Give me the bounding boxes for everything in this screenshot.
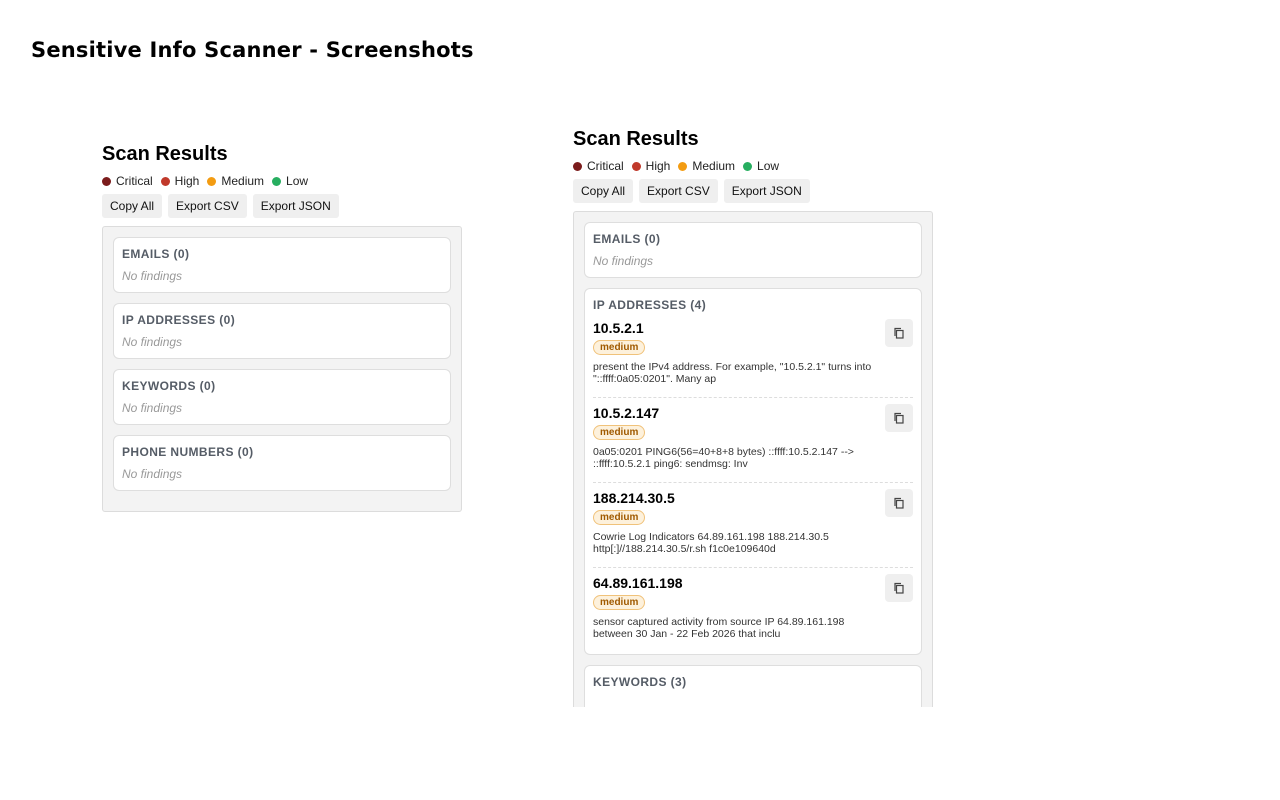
section-emails: EMAILS (0) No findings [113, 237, 451, 293]
legend-critical: Critical [573, 159, 624, 173]
legend-high: High [631, 159, 670, 173]
finding-context: present the IPv4 address. For example, "… [593, 361, 872, 385]
copy-finding-button[interactable] [885, 319, 913, 347]
action-bar: Copy All Export CSV Export JSON [573, 179, 933, 203]
severity-badge: medium [593, 425, 646, 440]
severity-badge: medium [593, 340, 646, 355]
section-keywords: KEYWORDS (3) [584, 665, 922, 707]
finding-value: 10.5.2.147 [593, 405, 660, 421]
export-csv-button[interactable]: Export CSV [168, 194, 247, 218]
copy-icon [894, 582, 904, 594]
legend-low: Low [272, 174, 308, 188]
section-emails: EMAILS (0) No findings [584, 222, 922, 278]
legend-critical: Critical [102, 174, 153, 188]
medium-dot-icon [678, 161, 688, 171]
low-dot-icon [743, 161, 753, 171]
section-title: IP ADDRESSES (4) [593, 298, 707, 312]
action-bar: Copy All Export CSV Export JSON [102, 194, 462, 218]
medium-dot-icon [207, 176, 217, 186]
critical-dot-icon [102, 176, 111, 186]
legend-high: High [160, 174, 199, 188]
export-csv-button[interactable]: Export CSV [639, 179, 718, 203]
copy-all-button[interactable]: Copy All [102, 194, 163, 218]
export-json-button[interactable]: Export JSON [723, 179, 810, 203]
finding-item: 10.5.2.1 medium present the IPv4 address… [593, 313, 913, 398]
finding-value: 64.89.161.198 [593, 575, 683, 591]
finding-context: Cowrie Log Indicators 64.89.161.198 188.… [593, 531, 829, 555]
high-dot-icon [631, 161, 641, 171]
critical-dot-icon [573, 161, 582, 171]
finding-value: 10.5.2.1 [593, 320, 644, 336]
section-ip-addresses: IP ADDRESSES (0) No findings [113, 303, 451, 359]
section-ip-addresses: IP ADDRESSES (4) 10.5.2.1 medium present… [584, 288, 922, 655]
results-panel: EMAILS (0) No findings IP ADDRESSES (4) … [573, 211, 933, 707]
copy-finding-button[interactable] [885, 489, 913, 517]
no-findings-text: No findings [122, 269, 183, 283]
low-dot-icon [272, 176, 282, 186]
severity-legend: Critical High Medium Low [573, 153, 933, 179]
export-json-button[interactable]: Export JSON [252, 194, 339, 218]
results-title: Scan Results [573, 128, 699, 150]
finding-item: 64.89.161.198 medium sensor captured act… [593, 568, 913, 646]
screenshot-ip-results: Scan Results Critical High Medium Low Co… [573, 127, 933, 707]
finding-item: 188.214.30.5 medium Cowrie Log Indicator… [593, 483, 913, 568]
no-findings-text: No findings [122, 401, 183, 415]
legend-medium: Medium [678, 159, 735, 173]
results-panel: EMAILS (0) No findings IP ADDRESSES (0) … [102, 226, 462, 512]
no-findings-text: No findings [593, 254, 654, 268]
copy-icon [894, 412, 904, 424]
section-title: KEYWORDS (0) [122, 379, 216, 393]
page-title: Sensitive Info Scanner - Screenshots [31, 38, 474, 62]
screenshot-empty-results: Scan Results Critical High Medium Low Co… [102, 142, 462, 512]
severity-badge: medium [593, 510, 646, 525]
section-keywords: KEYWORDS (0) No findings [113, 369, 451, 425]
severity-badge: medium [593, 595, 646, 610]
finding-context: 0a05:0201 PING6(56=40+8+8 bytes) ::ffff:… [593, 446, 854, 470]
section-title: PHONE NUMBERS (0) [122, 445, 254, 459]
finding-item: 10.5.2.147 medium 0a05:0201 PING6(56=40+… [593, 398, 913, 483]
section-title: KEYWORDS (3) [593, 675, 687, 689]
high-dot-icon [160, 176, 170, 186]
copy-icon [894, 327, 904, 339]
section-phone-numbers: PHONE NUMBERS (0) No findings [113, 435, 451, 491]
copy-all-button[interactable]: Copy All [573, 179, 634, 203]
copy-icon [894, 497, 904, 509]
results-title: Scan Results [102, 143, 228, 165]
legend-medium: Medium [207, 174, 264, 188]
legend-low: Low [743, 159, 779, 173]
finding-context: sensor captured activity from source IP … [593, 616, 845, 640]
finding-value: 188.214.30.5 [593, 490, 675, 506]
section-title: IP ADDRESSES (0) [122, 313, 236, 327]
severity-legend: Critical High Medium Low [102, 168, 462, 194]
no-findings-text: No findings [122, 467, 183, 481]
copy-finding-button[interactable] [885, 574, 913, 602]
section-title: EMAILS (0) [122, 247, 190, 261]
section-title: EMAILS (0) [593, 232, 661, 246]
copy-finding-button[interactable] [885, 404, 913, 432]
no-findings-text: No findings [122, 335, 183, 349]
